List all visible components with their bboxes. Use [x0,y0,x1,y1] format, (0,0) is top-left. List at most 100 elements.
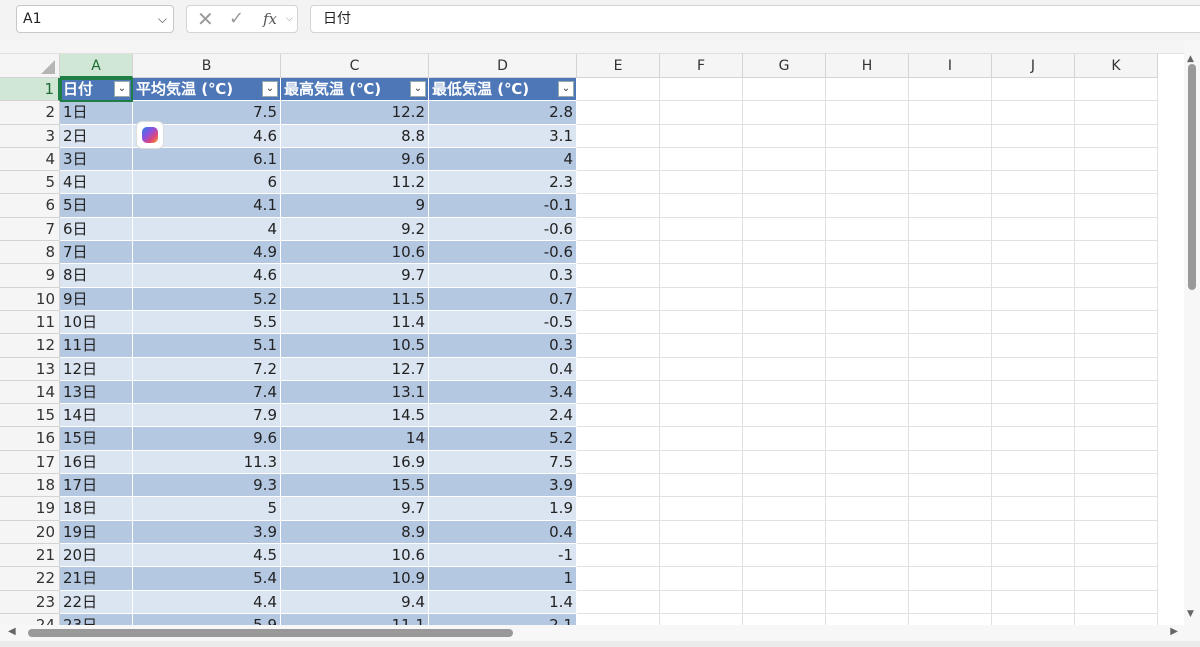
table-cell[interactable]: 2日 [60,124,133,148]
table-cell[interactable]: 6 [133,171,281,195]
empty-cell[interactable] [909,124,992,148]
empty-cell[interactable] [577,78,660,102]
empty-cell[interactable] [1075,194,1158,218]
table-cell[interactable]: 1.9 [429,497,577,521]
empty-cell[interactable] [1075,217,1158,242]
column-header-i[interactable]: I [909,54,992,78]
close-icon[interactable]: ✕ [197,6,214,32]
empty-cell[interactable] [992,217,1075,242]
horizontal-scrollbar[interactable]: ◀ ▶ [0,625,1200,641]
table-cell[interactable]: 11.3 [133,450,281,475]
vertical-scroll-thumb[interactable] [1188,64,1196,290]
table-cell[interactable]: 9.2 [281,217,429,242]
empty-cell[interactable] [826,217,909,242]
empty-cell[interactable] [1075,497,1158,521]
empty-cell[interactable] [909,147,992,172]
empty-cell[interactable] [660,334,743,358]
row-header[interactable]: 5 [0,171,60,195]
empty-cell[interactable] [826,171,909,195]
empty-cell[interactable] [743,171,826,195]
empty-cell[interactable] [577,334,660,358]
formula-input[interactable]: 日付 [310,5,1200,33]
empty-cell[interactable] [577,241,660,265]
table-cell[interactable]: 12日 [60,357,133,381]
table-cell[interactable]: 15日 [60,427,133,451]
empty-cell[interactable] [743,78,826,102]
empty-cell[interactable] [660,217,743,242]
empty-cell[interactable] [826,520,909,544]
empty-cell[interactable] [909,543,992,568]
empty-cell[interactable] [992,171,1075,195]
empty-cell[interactable] [660,380,743,405]
table-cell[interactable]: 4.4 [133,590,281,614]
empty-cell[interactable] [992,567,1075,591]
empty-cell[interactable] [743,497,826,521]
table-cell[interactable]: 10.5 [281,334,429,358]
empty-cell[interactable] [660,474,743,498]
table-cell[interactable]: 5.2 [133,287,281,311]
empty-cell[interactable] [577,520,660,544]
empty-cell[interactable] [743,194,826,218]
row-header[interactable]: 8 [0,241,60,265]
empty-cell[interactable] [992,497,1075,521]
empty-cell[interactable] [1075,124,1158,148]
empty-cell[interactable] [743,474,826,498]
empty-cell[interactable] [1075,310,1158,335]
column-header-d[interactable]: D [429,54,577,78]
table-cell[interactable]: 11.2 [281,171,429,195]
scroll-down-icon[interactable]: ▼ [1187,609,1194,619]
table-cell[interactable]: 9日 [60,287,133,311]
table-cell[interactable]: -1 [429,543,577,568]
empty-cell[interactable] [577,497,660,521]
empty-cell[interactable] [743,124,826,148]
table-cell[interactable]: 6日 [60,217,133,242]
table-cell[interactable]: 5.2 [429,427,577,451]
table-cell[interactable]: 11.4 [281,310,429,335]
empty-cell[interactable] [992,474,1075,498]
column-header-b[interactable]: B [133,54,281,78]
empty-cell[interactable] [826,194,909,218]
empty-cell[interactable] [909,264,992,288]
table-cell[interactable]: 22日 [60,590,133,614]
table-cell[interactable]: 1日 [60,101,133,125]
empty-cell[interactable] [909,497,992,521]
empty-cell[interactable] [992,520,1075,544]
table-cell[interactable]: 14日 [60,404,133,428]
table-cell[interactable]: 17日 [60,474,133,498]
empty-cell[interactable] [1075,380,1158,405]
empty-cell[interactable] [660,567,743,591]
table-cell[interactable]: 4.5 [133,543,281,568]
empty-cell[interactable] [992,264,1075,288]
empty-cell[interactable] [577,427,660,451]
table-cell[interactable]: 2.4 [429,404,577,428]
table-header-cell[interactable]: 最低気温 (℃) ⌄ [429,78,577,102]
empty-cell[interactable] [577,217,660,242]
row-header[interactable]: 14 [0,380,60,405]
empty-cell[interactable] [826,78,909,102]
empty-cell[interactable] [826,124,909,148]
empty-cell[interactable] [660,124,743,148]
table-cell[interactable]: 0.7 [429,287,577,311]
table-cell[interactable]: -0.6 [429,217,577,242]
empty-cell[interactable] [743,427,826,451]
empty-cell[interactable] [743,241,826,265]
empty-cell[interactable] [992,380,1075,405]
row-header[interactable]: 12 [0,334,60,358]
table-cell[interactable]: 12.7 [281,357,429,381]
row-header[interactable]: 20 [0,520,60,544]
table-cell[interactable]: 20日 [60,543,133,568]
row-header[interactable]: 13 [0,357,60,381]
empty-cell[interactable] [826,310,909,335]
row-header[interactable]: 2 [0,101,60,125]
table-cell[interactable]: 8.9 [281,520,429,544]
empty-cell[interactable] [992,427,1075,451]
empty-cell[interactable] [577,101,660,125]
column-header-k[interactable]: K [1075,54,1158,78]
table-cell[interactable]: 7.9 [133,404,281,428]
table-cell[interactable]: 12.2 [281,101,429,125]
table-cell[interactable]: 7.5 [429,450,577,475]
insert-function-icon[interactable]: fx [263,6,277,32]
empty-cell[interactable] [909,567,992,591]
empty-cell[interactable] [743,404,826,428]
empty-cell[interactable] [577,124,660,148]
